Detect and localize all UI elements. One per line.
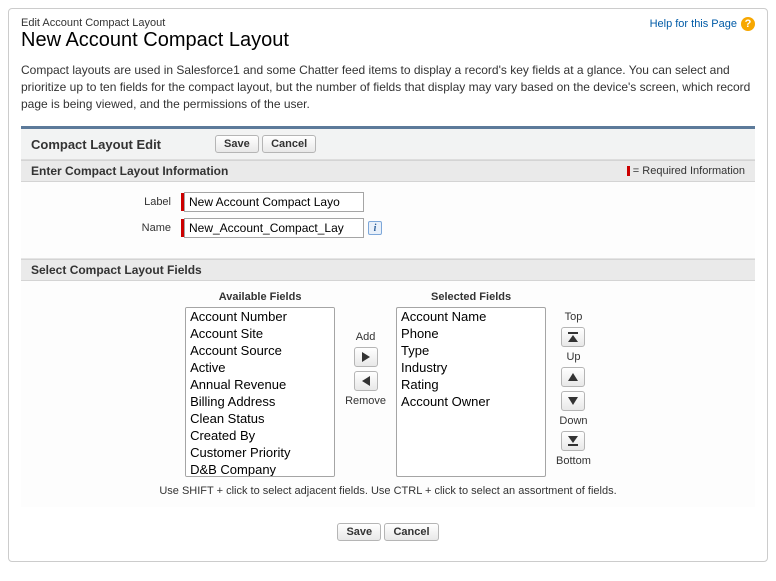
list-item[interactable]: Created By [186,427,334,444]
remove-label: Remove [345,395,386,407]
list-item[interactable]: D&B Company [186,461,334,477]
name-input[interactable] [184,218,364,238]
info-section-title: Enter Compact Layout Information [31,164,228,178]
bottom-label: Bottom [556,455,591,467]
remove-button[interactable] [354,371,378,391]
arrow-top-icon [568,332,578,342]
selected-title: Selected Fields [396,291,546,303]
list-item[interactable]: Type [397,342,545,359]
save-button-bottom[interactable]: Save [337,523,381,541]
down-label: Down [559,415,587,427]
list-item[interactable]: Industry [397,359,545,376]
section-edit-title: Compact Layout Edit [31,137,161,152]
label-field-label: Label [31,196,181,208]
arrow-left-icon [362,376,370,386]
list-item[interactable]: Customer Priority [186,444,334,461]
selected-fields-list[interactable]: Account NamePhoneTypeIndustryRatingAccou… [396,307,546,477]
arrow-up-icon [568,373,578,381]
save-button-top[interactable]: Save [215,135,259,153]
name-field-label: Name [31,222,181,234]
cancel-button-bottom[interactable]: Cancel [384,523,438,541]
add-label: Add [356,331,376,343]
up-button[interactable] [561,367,585,387]
list-item[interactable]: Billing Address [186,393,334,410]
arrow-down-icon [568,397,578,405]
available-fields-list[interactable]: Account NumberAccount SiteAccount Source… [185,307,335,477]
list-item[interactable]: Annual Revenue [186,376,334,393]
available-title: Available Fields [185,291,335,303]
list-item[interactable]: Account Owner [397,393,545,410]
help-link-text: Help for this Page [650,18,737,30]
cancel-button-top[interactable]: Cancel [262,135,316,153]
up-label: Up [566,351,580,363]
top-label: Top [565,311,583,323]
list-item[interactable]: Clean Status [186,410,334,427]
list-item[interactable]: Phone [397,325,545,342]
top-button[interactable] [561,327,585,347]
add-button[interactable] [354,347,378,367]
help-link[interactable]: Help for this Page ? [650,17,755,31]
label-input[interactable] [184,192,364,212]
list-item[interactable]: Account Number [186,308,334,325]
down-button[interactable] [561,391,585,411]
edit-label: Edit Account Compact Layout [21,17,289,29]
list-item[interactable]: Account Site [186,325,334,342]
page-title: New Account Compact Layout [21,29,289,52]
arrow-right-icon [362,352,370,362]
picker-hint: Use SHIFT + click to select adjacent fie… [31,485,745,497]
list-item[interactable]: Rating [397,376,545,393]
list-item[interactable]: Account Name [397,308,545,325]
help-icon: ? [741,17,755,31]
arrow-bottom-icon [568,436,578,446]
required-indicator: = Required Information [627,165,745,177]
info-icon[interactable]: i [368,221,382,235]
fields-section-title: Select Compact Layout Fields [31,263,202,277]
intro-text: Compact layouts are used in Salesforce1 … [21,62,755,112]
list-item[interactable]: Account Source [186,342,334,359]
list-item[interactable]: Active [186,359,334,376]
bottom-button[interactable] [561,431,585,451]
